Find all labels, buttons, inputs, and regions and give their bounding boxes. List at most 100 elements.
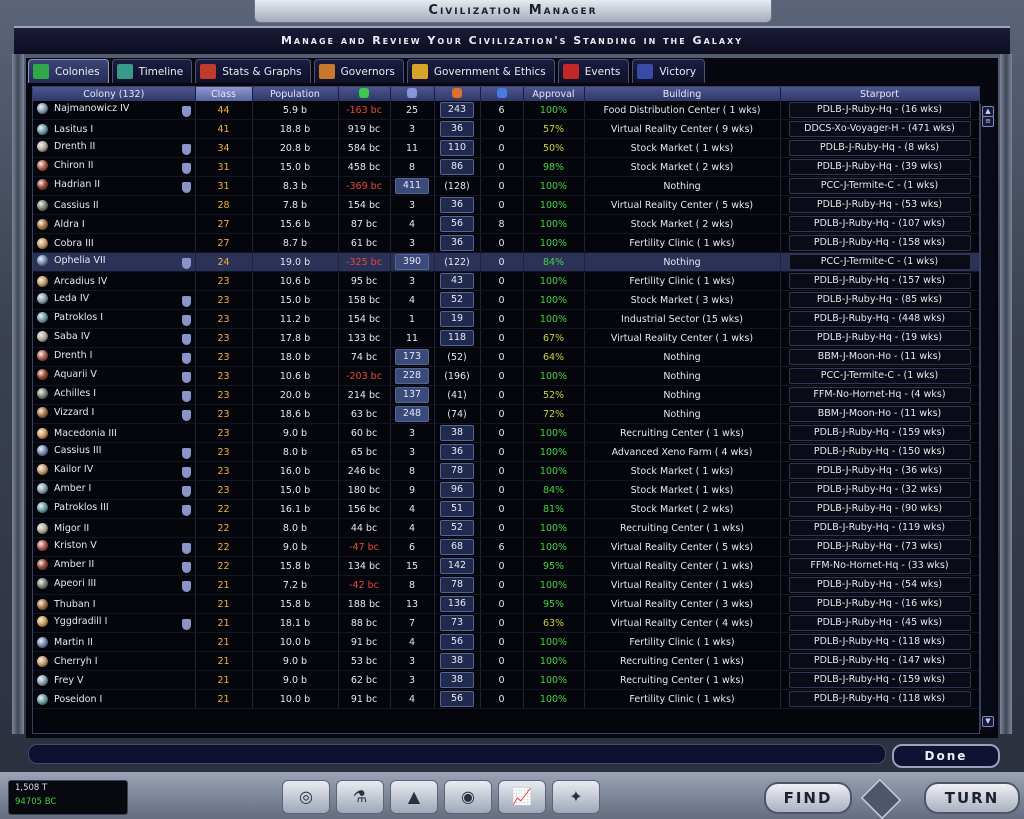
table-row[interactable]: Ophelia VII 24 19.0 b -325 bc 390 (122) 0 84% No…: [33, 252, 979, 272]
colony-name-cell[interactable]: Patroklos III: [33, 499, 196, 519]
column-header-research[interactable]: [480, 87, 524, 101]
table-row[interactable]: Saba IV 23 17.8 b 133 bc 11 118 0 67% Virtual Re…: [33, 328, 979, 348]
table-row[interactable]: Achilles I 23 20.0 b 214 bc 137 (41) 0 52% Nothi…: [33, 385, 979, 405]
income-cell: 91 bc: [338, 632, 391, 652]
scroll-down-arrow-icon[interactable]: ▼: [982, 716, 994, 727]
tab-victory[interactable]: Victory: [632, 59, 706, 83]
table-row[interactable]: Drenth I 23 18.0 b 74 bc 173 (52) 0 64% Nothing B…: [33, 347, 979, 367]
table-row[interactable]: Chiron II 31 15.0 b 458 bc 8 86 0 98% Stock Mark…: [33, 157, 979, 177]
production-value: 36: [440, 444, 474, 460]
colony-name-cell[interactable]: Najmanowicz IV: [33, 101, 196, 120]
ship-design-icon[interactable]: ✦: [552, 780, 600, 814]
planet-build-icon[interactable]: ▲: [390, 780, 438, 814]
tab-government-ethics[interactable]: Government & Ethics: [406, 59, 555, 83]
colony-name-cell[interactable]: Amber I: [33, 480, 196, 500]
column-header-approval[interactable]: Approval: [523, 87, 585, 101]
approval-cell: 95%: [523, 556, 585, 576]
approval-cell: 100%: [523, 309, 585, 329]
tab-stats-graphs[interactable]: Stats & Graphs: [195, 59, 311, 83]
colony-name-cell[interactable]: Poseidon I: [33, 689, 196, 709]
colony-name-cell[interactable]: Saba IV: [33, 328, 196, 348]
colony-name-cell[interactable]: Chiron II: [33, 157, 196, 177]
table-row[interactable]: Macedonia III 23 9.0 b 60 bc 3 38 0 100% Recruit…: [33, 423, 979, 443]
colony-name-cell[interactable]: Aldra I: [33, 214, 196, 234]
turn-button[interactable]: TURN: [924, 782, 1020, 814]
table-row[interactable]: Amber II 22 15.8 b 134 bc 15 142 0 95% Virtual R…: [33, 556, 979, 576]
table-row[interactable]: Arcadius IV 23 10.6 b 95 bc 3 43 0 100% Fertilit…: [33, 271, 979, 291]
table-row[interactable]: Vizzard I 23 18.6 b 63 bc 248 (74) 0 72% Nothing…: [33, 404, 979, 424]
column-header-population[interactable]: Population: [252, 87, 339, 101]
table-row[interactable]: Martin II 21 10.0 b 91 bc 4 56 0 100% Fertility …: [33, 632, 979, 652]
table-row[interactable]: Cherryh I 21 9.0 b 53 bc 3 38 0 100% Recruiting …: [33, 651, 979, 671]
table-row[interactable]: Amber I 23 15.0 b 180 bc 9 96 0 84% Stock Market…: [33, 480, 979, 500]
table-row[interactable]: Najmanowicz IV 44 5.9 b -163 bc 25 243 6 100% Fo…: [33, 101, 979, 120]
starport-cell: PCC-J-Termite-C - (1 wks): [780, 252, 979, 272]
table-row[interactable]: Cobra III 27 8.7 b 61 bc 3 36 0 100% Fertility C…: [33, 233, 979, 253]
colony-name-cell[interactable]: Vizzard I: [33, 404, 196, 424]
colony-name-cell[interactable]: Leda IV: [33, 290, 196, 310]
table-row[interactable]: Thuban I 21 15.8 b 188 bc 13 136 0 95% Virtual R…: [33, 594, 979, 614]
table-row[interactable]: Apeori III 21 7.2 b -42 bc 8 78 0 100% Virtual R…: [33, 575, 979, 595]
table-row[interactable]: Kailor IV 23 16.0 b 246 bc 8 78 0 100% Stock Mar…: [33, 461, 979, 481]
colony-name-cell[interactable]: Amber II: [33, 556, 196, 576]
table-row[interactable]: Yggdradill I 21 18.1 b 88 bc 7 73 0 63% Virtual …: [33, 613, 979, 633]
table-row[interactable]: Cassius II 28 7.8 b 154 bc 3 36 0 100% Virtual R…: [33, 195, 979, 215]
research-flask-icon[interactable]: ⚗: [336, 780, 384, 814]
colony-name-cell[interactable]: Kriston V: [33, 537, 196, 557]
colony-name-cell[interactable]: Aquarii V: [33, 366, 196, 386]
table-row[interactable]: Aquarii V 23 10.6 b -203 bc 228 (196) 0 100% Not…: [33, 366, 979, 386]
table-row[interactable]: Drenth II 34 20.8 b 584 bc 11 110 0 50% Stock Ma…: [33, 138, 979, 158]
colony-name-cell[interactable]: Cherryh I: [33, 651, 196, 671]
tab-events[interactable]: Events: [557, 59, 630, 83]
colony-name-cell[interactable]: Cassius III: [33, 442, 196, 462]
colony-name-cell[interactable]: Cassius II: [33, 195, 196, 215]
colony-name-cell[interactable]: Martin II: [33, 632, 196, 652]
scroll-thumb[interactable]: ≡: [982, 116, 994, 127]
table-row[interactable]: Migor II 22 8.0 b 44 bc 4 52 0 100% Recruiting C…: [33, 518, 979, 538]
table-row[interactable]: Aldra I 27 15.6 b 87 bc 4 56 8 100% Stock Market…: [33, 214, 979, 234]
planet-icon: [37, 255, 48, 266]
table-row[interactable]: Patroklos I 23 11.2 b 154 bc 1 19 0 100% Industr…: [33, 309, 979, 329]
table-row[interactable]: Patroklos III 22 16.1 b 156 bc 4 51 0 81% Stock …: [33, 499, 979, 519]
colony-name-cell[interactable]: Ophelia VII: [33, 252, 196, 272]
colony-name-cell[interactable]: Drenth I: [33, 347, 196, 367]
colony-name-cell[interactable]: Yggdradill I: [33, 613, 196, 633]
colony-name-cell[interactable]: Apeori III: [33, 575, 196, 595]
done-button[interactable]: Done: [892, 744, 1000, 768]
colony-name-cell[interactable]: Arcadius IV: [33, 271, 196, 291]
column-header-colony[interactable]: Colony (132): [33, 87, 196, 101]
column-header-factory[interactable]: [434, 87, 481, 101]
graph-icon[interactable]: 📈: [498, 780, 546, 814]
table-row[interactable]: Cassius III 23 8.0 b 65 bc 3 36 0 100% Advanced …: [33, 442, 979, 462]
column-header-money[interactable]: [338, 87, 391, 101]
colony-name-cell[interactable]: Achilles I: [33, 385, 196, 405]
table-scrollbar[interactable]: ▲ ≡ ▼: [980, 104, 995, 730]
tab-governors[interactable]: Governors: [313, 59, 404, 83]
colony-name-cell[interactable]: Migor II: [33, 518, 196, 538]
galaxy-icon[interactable]: ◎: [282, 780, 330, 814]
colony-name-cell[interactable]: Frey V: [33, 670, 196, 690]
diplomacy-icon[interactable]: ◉: [444, 780, 492, 814]
colony-name-cell[interactable]: Kailor IV: [33, 461, 196, 481]
table-row[interactable]: Frey V 21 9.0 b 62 bc 3 38 0 100% Recruiting Cen…: [33, 670, 979, 690]
table-row[interactable]: Hadrian II 31 8.3 b -369 bc 411 (128) 0 100% Not…: [33, 176, 979, 196]
column-header-class[interactable]: Class: [195, 87, 253, 101]
column-header-starport[interactable]: Starport: [780, 87, 979, 101]
colony-name-cell[interactable]: Lasitus I: [33, 119, 196, 139]
tab-timeline[interactable]: Timeline: [111, 59, 193, 83]
tab-colonies[interactable]: Colonies: [28, 59, 109, 83]
colony-name-cell[interactable]: Hadrian II: [33, 176, 196, 196]
column-header-building[interactable]: Building: [584, 87, 781, 101]
colony-name-cell[interactable]: Cobra III: [33, 233, 196, 253]
table-row[interactable]: Lasitus I 41 18.8 b 919 bc 3 36 0 57% Virtual Re…: [33, 119, 979, 139]
table-row[interactable]: Leda IV 23 15.0 b 158 bc 4 52 0 100% Stock Marke…: [33, 290, 979, 310]
colony-name-cell[interactable]: Macedonia III: [33, 423, 196, 443]
find-button[interactable]: FIND: [764, 782, 852, 814]
colony-name-cell[interactable]: Drenth II: [33, 138, 196, 158]
colony-name-cell[interactable]: Patroklos I: [33, 309, 196, 329]
colony-name-cell[interactable]: Thuban I: [33, 594, 196, 614]
table-row[interactable]: Poseidon I 21 10.0 b 91 bc 4 56 0 100% Fertility…: [33, 689, 979, 709]
column-header-shield[interactable]: [390, 87, 435, 101]
research-cell: 0: [480, 613, 524, 633]
table-row[interactable]: Kriston V 22 9.0 b -47 bc 6 68 6 100% Virtual Re…: [33, 537, 979, 557]
